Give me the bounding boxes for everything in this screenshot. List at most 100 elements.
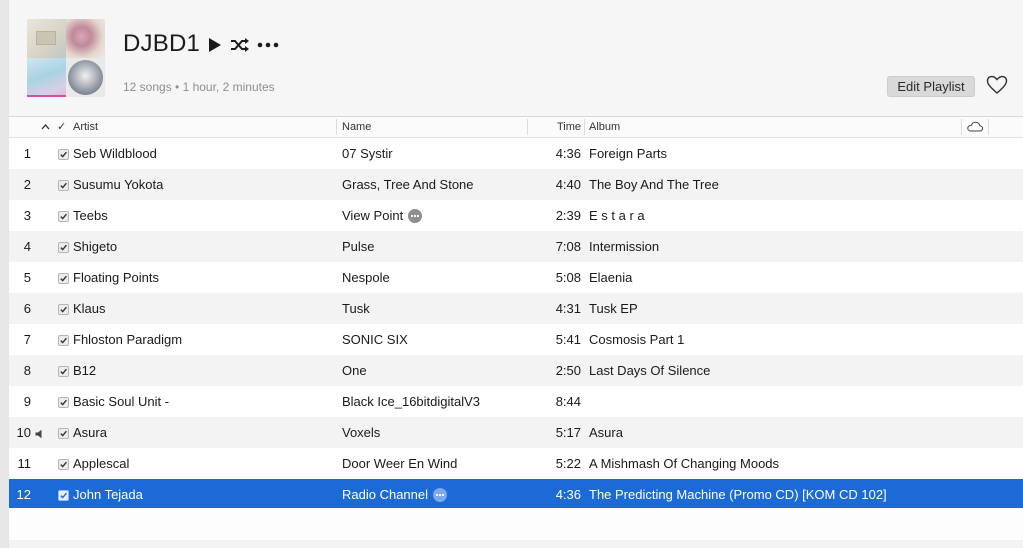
track-name: One: [342, 355, 367, 386]
album-column-header[interactable]: Album: [589, 117, 620, 137]
track-name-text: Pulse: [342, 239, 375, 254]
track-checkbox[interactable]: [58, 180, 69, 191]
track-checkbox[interactable]: [58, 335, 69, 346]
track-artist: Susumu Yokota: [73, 177, 164, 192]
sort-indicator-icon[interactable]: [41, 117, 50, 137]
track-checkbox[interactable]: [58, 211, 69, 222]
track-artist: Seb Wildblood: [73, 146, 157, 161]
track-album: Foreign Parts: [589, 146, 668, 161]
track-album: Cosmosis Part 1: [589, 332, 685, 347]
track-checkbox[interactable]: [58, 366, 69, 377]
album-art-1: [27, 19, 66, 58]
track-checkbox[interactable]: [58, 149, 69, 160]
table-row[interactable]: 2 Susumu Yokota Grass, Tree And Stone 4:40 T…: [9, 169, 1023, 200]
track-time: 5:41: [555, 332, 581, 347]
track-checkbox[interactable]: [58, 397, 69, 408]
track-checkbox[interactable]: [58, 273, 69, 284]
edit-playlist-button[interactable]: Edit Playlist: [887, 76, 975, 97]
track-time: 2:39: [555, 208, 581, 223]
column-divider[interactable]: [527, 119, 528, 135]
more-options-icon[interactable]: [408, 208, 423, 223]
table-row[interactable]: 8 B12 One 2:50 Last Days Of Silence: [9, 355, 1023, 386]
track-name-text: Tusk: [342, 301, 370, 316]
table-row[interactable]: 7 Fhloston Paradigm SONIC SIX 5:41 Cosmosis …: [9, 324, 1023, 355]
track-name: Grass, Tree And Stone: [342, 169, 474, 200]
track-checkbox[interactable]: [58, 490, 69, 501]
track-name-text: Voxels: [342, 425, 381, 440]
track-time: 4:36: [555, 487, 581, 502]
table-row[interactable]: 11 Applescal Door Weer En Wind 5:22 A Mishma…: [9, 448, 1023, 479]
heart-icon[interactable]: [986, 75, 1008, 95]
track-name-text: SONIC SIX: [342, 332, 408, 347]
artist-column-header[interactable]: Artist: [73, 117, 98, 137]
track-name: Pulse: [342, 231, 375, 262]
shuffle-icon[interactable]: [230, 36, 250, 54]
track-checkbox[interactable]: [58, 304, 69, 315]
track-number: 8: [23, 363, 31, 378]
table-header: ✓ Artist Name Time Album: [9, 117, 1023, 138]
album-art-3: [27, 58, 66, 97]
track-time: 7:08: [555, 239, 581, 254]
track-number: 2: [23, 177, 31, 192]
track-name: Tusk: [342, 293, 370, 324]
track-artist: Teebs: [73, 208, 108, 223]
column-divider[interactable]: [961, 119, 962, 135]
track-name: Voxels: [342, 417, 380, 448]
more-icon[interactable]: [257, 36, 279, 54]
column-divider[interactable]: [584, 119, 585, 135]
track-name: 07 Systir: [342, 138, 393, 169]
playlist-artwork[interactable]: [27, 19, 105, 97]
track-artist: Fhloston Paradigm: [73, 332, 183, 347]
track-artist: Floating Points: [73, 270, 159, 285]
track-name-text: Black Ice_16bitdigitalV3: [342, 394, 481, 409]
table-row[interactable]: 1 Seb Wildblood 07 Systir 4:36 Foreign Parts: [9, 138, 1023, 169]
column-divider[interactable]: [988, 119, 989, 135]
time-column-header[interactable]: Time: [549, 117, 581, 137]
track-number: 4: [23, 239, 31, 254]
track-album: Elaenia: [589, 270, 633, 285]
more-options-icon[interactable]: [433, 487, 448, 502]
track-table: ✓ Artist Name Time Album 1 Seb Wildblood 0…: [9, 117, 1023, 548]
playlist-header: DJBD1 12 songs • 1 hour, 2 minutes Edit …: [9, 0, 1023, 117]
name-column-header[interactable]: Name: [342, 117, 371, 137]
table-row[interactable]: 3 Teebs View Point 2:39 E s t a r a: [9, 200, 1023, 231]
table-row[interactable]: 9 Basic Soul Unit - Black Ice_16bitdigital…: [9, 386, 1023, 417]
track-album: The Predicting Machine (Promo CD) [KOM C…: [589, 487, 887, 502]
playlist-summary: 12 songs • 1 hour, 2 minutes: [123, 80, 275, 94]
track-name-text: Nespole: [342, 270, 390, 285]
track-time: 5:22: [555, 456, 581, 471]
track-name: SONIC SIX: [342, 324, 408, 355]
track-checkbox[interactable]: [58, 428, 69, 439]
track-name: Door Weer En Wind: [342, 448, 457, 479]
column-divider[interactable]: [336, 119, 337, 135]
track-artist: John Tejada: [73, 487, 143, 502]
track-checkbox[interactable]: [58, 459, 69, 470]
track-name: Nespole: [342, 262, 390, 293]
table-row[interactable]: 5 Floating Points Nespole 5:08 Elaenia: [9, 262, 1023, 293]
track-number: 1: [23, 146, 31, 161]
table-row[interactable]: 10 Asura Voxels 5:17 Asura: [9, 417, 1023, 448]
track-album: Tusk EP: [589, 301, 638, 316]
track-name-text: Door Weer En Wind: [342, 456, 458, 471]
table-row[interactable]: 6 Klaus Tusk 4:31 Tusk EP: [9, 293, 1023, 324]
track-album: Asura: [589, 425, 623, 440]
table-row[interactable]: 4 Shigeto Pulse 7:08 Intermission: [9, 231, 1023, 262]
table-row[interactable]: 12 John Tejada Radio Channel 4:36 The Predic…: [9, 479, 1023, 510]
track-time: 4:31: [555, 301, 581, 316]
track-name: Black Ice_16bitdigitalV3: [342, 386, 480, 417]
track-time: 5:08: [555, 270, 581, 285]
track-number: 5: [23, 270, 31, 285]
track-album: The Boy And The Tree: [589, 177, 719, 192]
track-artist: Applescal: [73, 456, 130, 471]
track-number: 9: [23, 394, 31, 409]
track-album: A Mishmash Of Changing Moods: [589, 456, 780, 471]
track-number: 7: [23, 332, 31, 347]
track-list: 1 Seb Wildblood 07 Systir 4:36 Foreign Parts…: [9, 138, 1023, 510]
check-column-header[interactable]: ✓: [57, 117, 66, 137]
track-name-text: Grass, Tree And Stone: [342, 177, 474, 192]
play-icon[interactable]: [207, 37, 223, 53]
track-artist: Asura: [73, 425, 107, 440]
track-checkbox[interactable]: [58, 242, 69, 253]
track-number: 11: [17, 456, 32, 471]
cloud-icon[interactable]: [966, 117, 984, 137]
